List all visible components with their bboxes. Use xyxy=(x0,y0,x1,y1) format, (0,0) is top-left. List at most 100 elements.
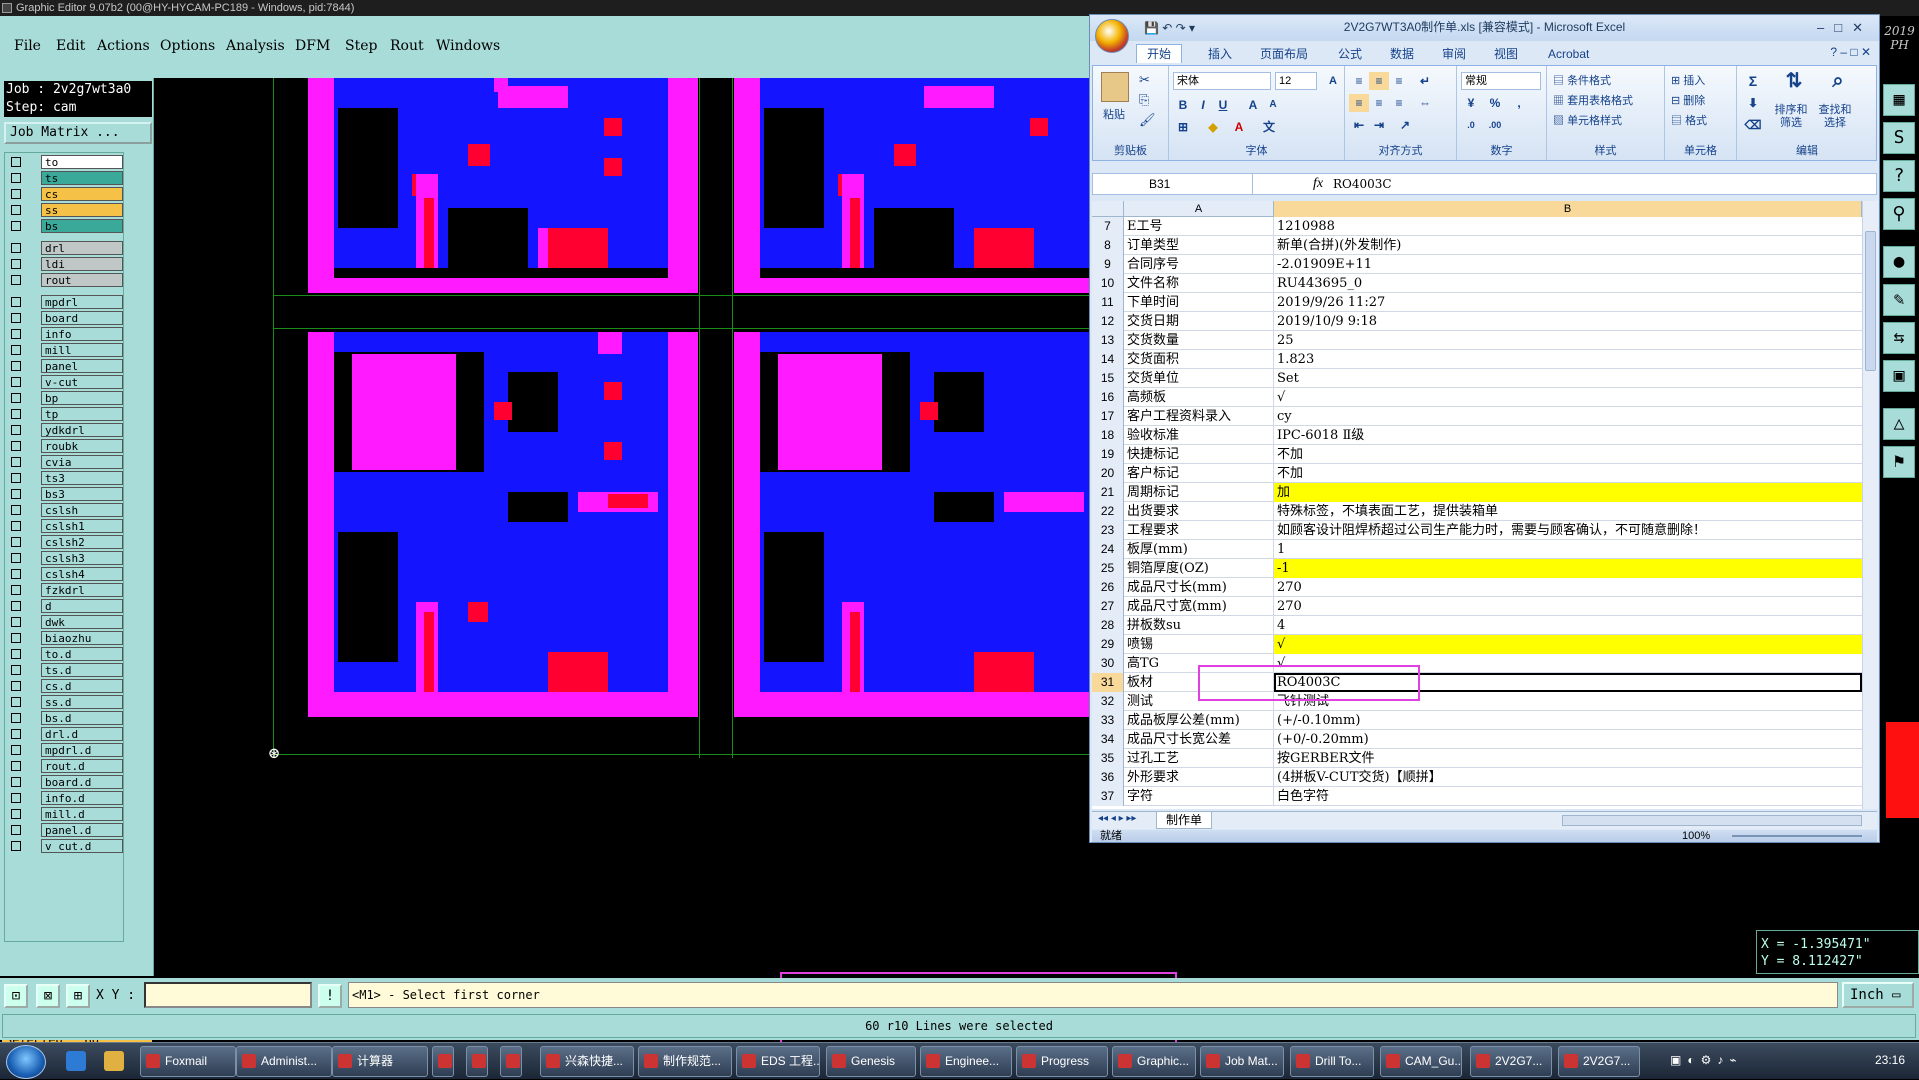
cell-b[interactable]: 不加 xyxy=(1274,464,1862,483)
cell-a[interactable]: E工号 xyxy=(1124,217,1274,236)
layer-row[interactable]: cslsh xyxy=(7,503,125,517)
column-header-b[interactable]: B xyxy=(1274,201,1862,217)
row-number[interactable]: 28 xyxy=(1092,616,1124,635)
layer-checkbox[interactable] xyxy=(11,697,21,707)
cell-a[interactable]: 出货要求 xyxy=(1124,502,1274,521)
layer-row[interactable]: mpdrl xyxy=(7,295,125,309)
table-format-button[interactable]: ▦ 套用表格格式 xyxy=(1553,92,1633,108)
cell-a[interactable]: 板厚(mm) xyxy=(1124,540,1274,559)
clock[interactable]: 23:16 xyxy=(1875,1053,1905,1067)
layer-checkbox[interactable] xyxy=(11,157,21,167)
taskbar-item[interactable]: 制作规范... xyxy=(638,1046,732,1077)
cell-b[interactable]: Set xyxy=(1274,369,1862,388)
bold-icon[interactable]: B xyxy=(1173,96,1193,114)
layer-name[interactable]: mill xyxy=(41,343,123,357)
cell-b[interactable]: 4 xyxy=(1274,616,1862,635)
layer-checkbox[interactable] xyxy=(11,681,21,691)
row-number[interactable]: 30 xyxy=(1092,654,1124,673)
layer-row[interactable]: biaozhu xyxy=(7,631,125,645)
insert-cells-button[interactable]: ⊞ 插入 xyxy=(1671,72,1705,88)
layer-row[interactable]: ss xyxy=(7,203,125,217)
cell-b[interactable]: (+/-0.10mm) xyxy=(1274,711,1862,730)
row-number[interactable]: 7 xyxy=(1092,217,1124,236)
row-number[interactable]: 23 xyxy=(1092,521,1124,540)
taskbar-item[interactable]: 兴森快捷... xyxy=(540,1046,634,1077)
start-button[interactable] xyxy=(6,1045,46,1079)
layer-checkbox[interactable] xyxy=(11,297,21,307)
tab-view[interactable]: 视图 xyxy=(1494,45,1518,63)
cell-a[interactable]: 文件名称 xyxy=(1124,274,1274,293)
run-icon[interactable]: ⚑ xyxy=(1883,446,1915,478)
warning-icon[interactable]: △ xyxy=(1883,408,1915,440)
sheet-tab[interactable]: 制作单 xyxy=(1156,812,1212,829)
tab-acrobat[interactable]: Acrobat xyxy=(1548,45,1589,63)
align-middle-icon[interactable]: ≡ xyxy=(1369,72,1389,90)
cell-a[interactable]: 客户标记 xyxy=(1124,464,1274,483)
layer-row[interactable]: cslsh2 xyxy=(7,535,125,549)
cell-b[interactable]: √ xyxy=(1274,635,1862,654)
layer-name[interactable]: panel.d xyxy=(41,823,123,837)
row-number[interactable]: 22 xyxy=(1092,502,1124,521)
layer-row[interactable]: bp xyxy=(7,391,125,405)
xy-input[interactable] xyxy=(144,982,312,1008)
layer-name[interactable]: cslsh xyxy=(41,503,123,517)
cell-a[interactable]: 成品板厚公差(mm) xyxy=(1124,711,1274,730)
layer-checkbox[interactable] xyxy=(11,809,21,819)
cell-b[interactable]: -1 xyxy=(1274,559,1862,578)
layer-name[interactable]: d xyxy=(41,599,123,613)
layer-row[interactable]: fzkdrl xyxy=(7,583,125,597)
fill-icon[interactable]: ⬇ xyxy=(1743,94,1763,112)
taskbar-item[interactable]: CAM_Gu... xyxy=(1380,1046,1462,1077)
taskbar-item[interactable]: 计算器 xyxy=(332,1046,428,1077)
row-number[interactable]: 25 xyxy=(1092,559,1124,578)
layer-row[interactable]: v-cut xyxy=(7,375,125,389)
layer-row[interactable]: ss.d xyxy=(7,695,125,709)
cell-b[interactable]: (+0/-0.20mm) xyxy=(1274,730,1862,749)
row-number[interactable]: 37 xyxy=(1092,787,1124,806)
tab-data[interactable]: 数据 xyxy=(1390,45,1414,63)
cell-b[interactable]: 270 xyxy=(1274,597,1862,616)
menu-analysis[interactable]: Analysis xyxy=(226,38,285,54)
layer-name[interactable]: rout.d xyxy=(41,759,123,773)
cell-a[interactable]: 高频板 xyxy=(1124,388,1274,407)
tab-review[interactable]: 审阅 xyxy=(1442,45,1466,63)
row-number[interactable]: 32 xyxy=(1092,692,1124,711)
layer-checkbox[interactable] xyxy=(11,569,21,579)
layer-name[interactable]: ydkdrl xyxy=(41,423,123,437)
layer-checkbox[interactable] xyxy=(11,537,21,547)
copy-icon[interactable]: ⎘ xyxy=(1139,92,1149,108)
layer-checkbox[interactable] xyxy=(11,345,21,355)
row-number[interactable]: 8 xyxy=(1092,236,1124,255)
layer-checkbox[interactable] xyxy=(11,173,21,183)
layer-row[interactable]: panel.d xyxy=(7,823,125,837)
layer-row[interactable]: board xyxy=(7,311,125,325)
layer-name[interactable]: cslsh3 xyxy=(41,551,123,565)
align-bottom-icon[interactable]: ≡ xyxy=(1389,72,1409,90)
folder-icon[interactable] xyxy=(104,1051,124,1071)
align-center-icon[interactable]: ≡ xyxy=(1369,94,1389,112)
layer-row[interactable]: ts.d xyxy=(7,663,125,677)
menu-file[interactable]: File xyxy=(14,38,41,54)
row-number[interactable]: 16 xyxy=(1092,388,1124,407)
cell-a[interactable]: 成品尺寸长宽公差 xyxy=(1124,730,1274,749)
row-number[interactable]: 36 xyxy=(1092,768,1124,787)
cell-b[interactable]: RU443695_0 xyxy=(1274,274,1862,293)
layer-name[interactable]: to.d xyxy=(41,647,123,661)
measure-icon[interactable]: ⚲ xyxy=(1883,198,1915,230)
layer-checkbox[interactable] xyxy=(11,505,21,515)
layer-name[interactable]: fzkdrl xyxy=(41,583,123,597)
layer-name[interactable]: cs.d xyxy=(41,679,123,693)
layer-name[interactable]: board xyxy=(41,311,123,325)
row-number[interactable]: 26 xyxy=(1092,578,1124,597)
spreadsheet-grid[interactable]: 7 E工号 1210988 8 订单类型 新单(合拼)(外发制作) 9 合同序号 -2.0190… xyxy=(1092,217,1862,809)
layer-name[interactable]: ss xyxy=(41,203,123,217)
cell-b[interactable]: 白色字符 xyxy=(1274,787,1862,806)
phonetic-icon[interactable]: 文 xyxy=(1259,118,1279,136)
flip-icon[interactable]: ⇆ xyxy=(1883,322,1915,354)
layer-checkbox[interactable] xyxy=(11,521,21,531)
format-cells-button[interactable]: ▤ 格式 xyxy=(1671,112,1707,128)
align-top-icon[interactable]: ≡ xyxy=(1349,72,1369,90)
layer-checkbox[interactable] xyxy=(11,473,21,483)
cell-a[interactable]: 外形要求 xyxy=(1124,768,1274,787)
layer-row[interactable]: info.d xyxy=(7,791,125,805)
